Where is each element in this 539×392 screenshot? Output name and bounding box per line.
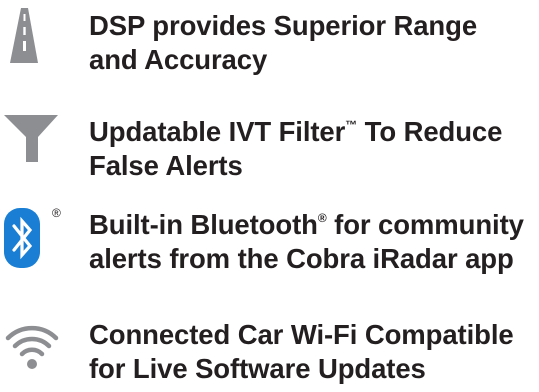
feature-bluetooth-text: Built-in Bluetooth® for community alerts… (89, 208, 534, 276)
filter-icon (0, 112, 80, 192)
feature-ivt-line1-post: To Reduce (357, 116, 503, 147)
feature-bluetooth-line2: alerts from the Cobra iRadar app (89, 243, 514, 274)
trademark-symbol: ™ (345, 118, 358, 132)
road-icon (0, 6, 80, 86)
feature-bluetooth-line1-post: for community (326, 209, 524, 240)
feature-wifi-line1: Connected Car Wi-Fi Compatible (89, 319, 514, 350)
feature-wifi-line2: for Live Software Updates (89, 353, 426, 384)
feature-ivt-line1-pre: Updatable IVT Filter (89, 116, 346, 147)
feature-bluetooth-line1: Built-in Bluetooth® for community (89, 208, 534, 242)
feature-ivt-line1: Updatable IVT Filter™ To Reduce (89, 115, 534, 149)
bluetooth-registered-mark: ® (52, 206, 61, 220)
feature-bluetooth-line1-pre: Built-in Bluetooth (89, 209, 318, 240)
feature-dsp-line2: and Accuracy (89, 44, 268, 75)
feature-list: DSP provides Superior Range and Accuracy… (0, 0, 539, 392)
wifi-icon (0, 318, 80, 392)
feature-dsp-line1: DSP provides Superior Range (89, 10, 478, 41)
feature-ivt-line2: False Alerts (89, 150, 243, 181)
registered-symbol: ® (317, 211, 327, 225)
feature-wifi-text: Connected Car Wi-Fi Compatible for Live … (89, 318, 534, 386)
bluetooth-icon (0, 208, 80, 288)
feature-ivt-text: Updatable IVT Filter™ To Reduce False Al… (89, 115, 534, 183)
feature-dsp-text: DSP provides Superior Range and Accuracy (89, 9, 534, 77)
